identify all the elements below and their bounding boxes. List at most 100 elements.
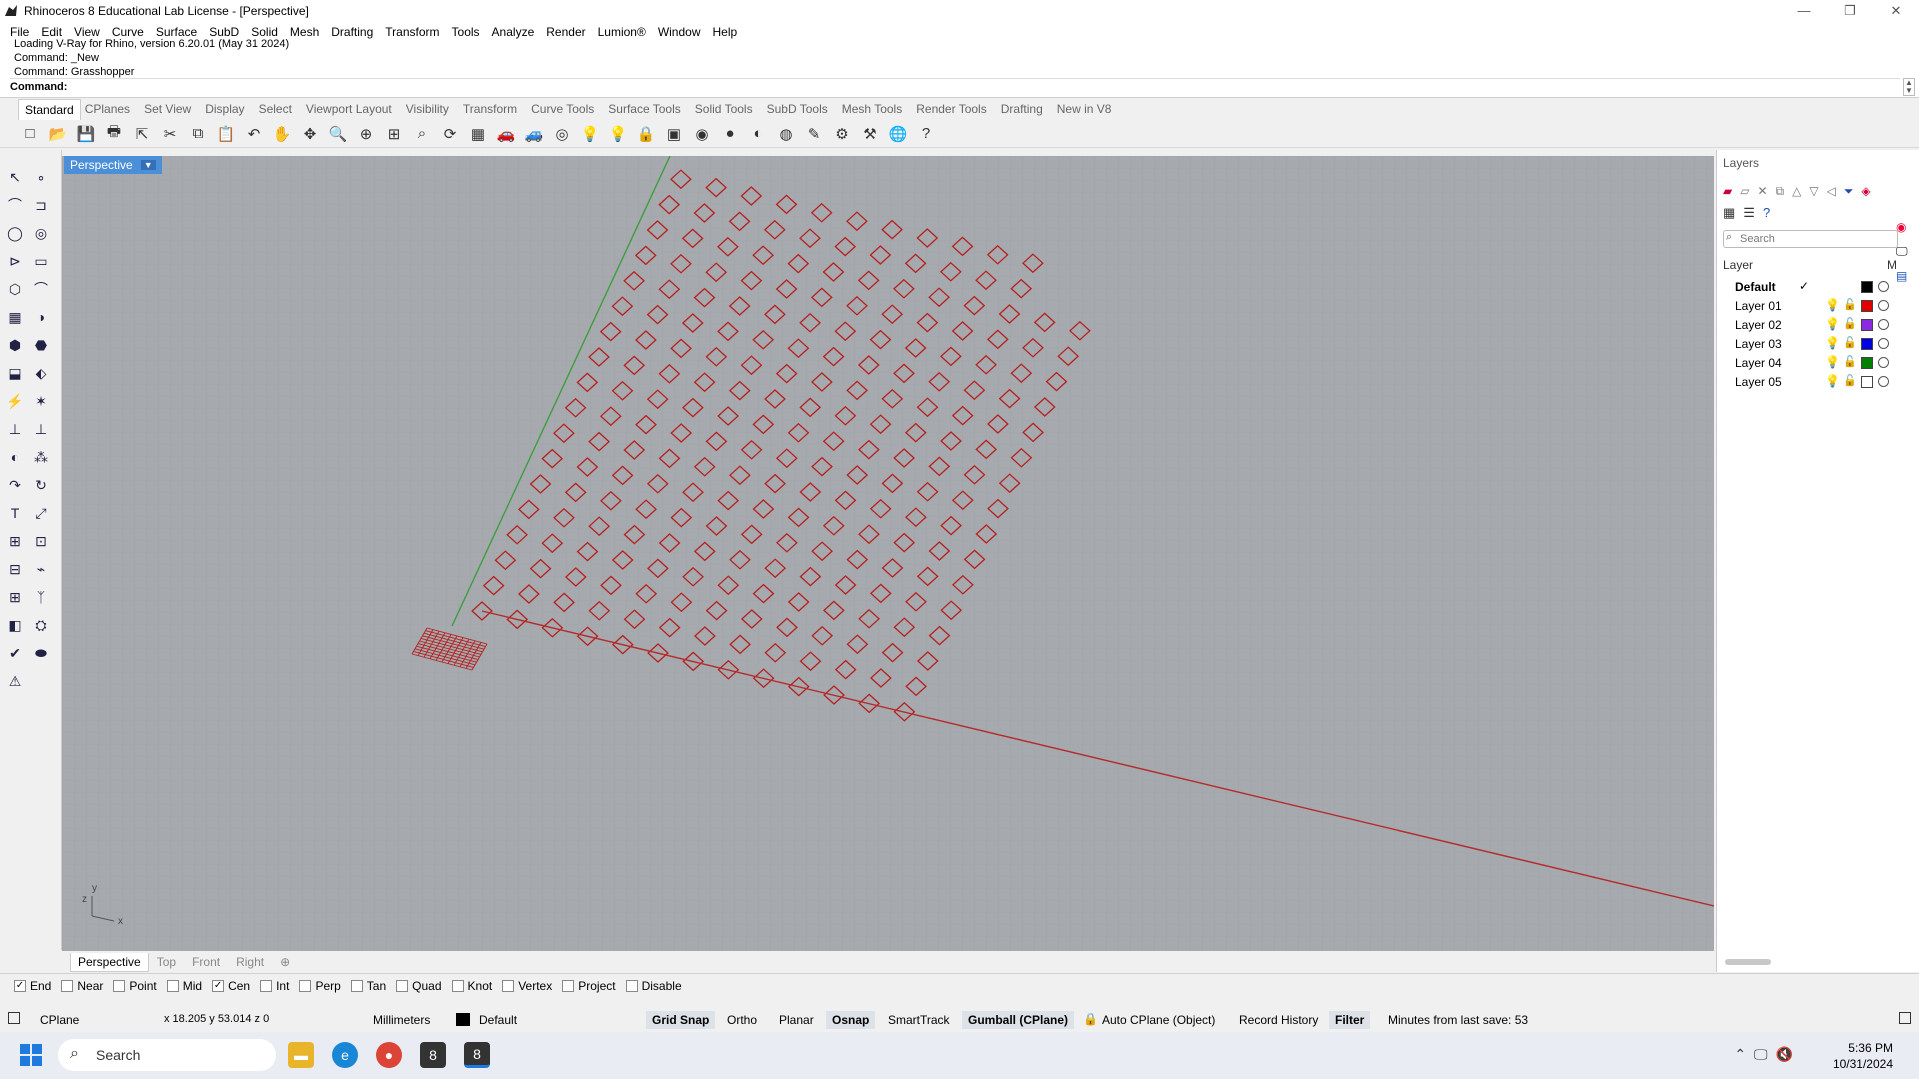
close-icon[interactable]: ✕ (1873, 3, 1919, 19)
panel-toggle-icon[interactable] (1899, 1012, 1911, 1024)
warning-icon[interactable]: ⚠ (4, 670, 26, 692)
layer-row[interactable]: Layer 04 💡 🔓 (1717, 354, 1902, 373)
rotate-icon[interactable]: ↷ (4, 474, 26, 496)
surface-icon[interactable]: ▦ (4, 306, 26, 328)
layer-color-swatch[interactable] (1861, 281, 1873, 293)
osnap-project[interactable]: Project (562, 979, 616, 993)
osnap-tan[interactable]: Tan (350, 979, 386, 993)
extrude-icon[interactable]: ⬓ (4, 362, 26, 384)
file-explorer-icon[interactable]: ▬ (288, 1042, 314, 1068)
osnap-mid[interactable]: Mid (166, 979, 202, 993)
viewport-title-tab[interactable]: Perspective ▼ (64, 156, 162, 174)
menu-drafting[interactable]: Drafting (325, 25, 379, 39)
help-icon[interactable]: ? (1763, 205, 1770, 221)
menu-tools[interactable]: Tools (446, 25, 486, 39)
layer-material-icon[interactable] (1878, 300, 1889, 311)
menu-transform[interactable]: Transform (379, 25, 445, 39)
car-icon[interactable]: 🚗 (494, 122, 518, 146)
scale-icon[interactable]: ⤢ (30, 502, 52, 524)
layer-row[interactable]: Layer 03 💡 🔓 (1717, 335, 1902, 354)
color-wheel-icon[interactable]: ◉ (1896, 220, 1908, 234)
import-icon[interactable]: ⇱ (130, 122, 154, 146)
lock-icon[interactable]: 🔓 (1843, 336, 1857, 349)
toolbar-tab-surface-tools[interactable]: Surface Tools (606, 102, 691, 116)
layer-material-icon[interactable] (1878, 319, 1889, 330)
menu-help[interactable]: Help (707, 25, 744, 39)
grid-snap-toggle[interactable]: Grid Snap (646, 1011, 716, 1029)
windows-start-icon[interactable] (20, 1044, 42, 1066)
checkbox-icon[interactable] (562, 979, 575, 992)
record-history-toggle[interactable]: Record History (1239, 1013, 1318, 1027)
shell-icon[interactable]: ⬬ (30, 642, 52, 664)
visibility-bulb-icon[interactable]: 💡 (1825, 298, 1840, 312)
units-label[interactable]: Millimeters (373, 1013, 430, 1027)
analysis-icon[interactable]: ⊟ (4, 558, 26, 580)
visibility-bulb-icon[interactable]: 💡 (1825, 317, 1840, 331)
help-icon[interactable]: ? (914, 122, 938, 146)
fillet-icon[interactable]: ⌒ (30, 278, 52, 300)
text-icon[interactable]: T (4, 502, 26, 524)
layer-color-swatch[interactable] (1861, 376, 1873, 388)
sphere-icon[interactable]: ● (718, 122, 742, 146)
brush-icon[interactable]: ✎ (802, 122, 826, 146)
osnap-end[interactable]: ✓ End (14, 979, 51, 993)
smarttrack-toggle[interactable]: SmartTrack (888, 1013, 950, 1027)
cplane-label[interactable]: CPlane (40, 1013, 79, 1027)
osnap-near[interactable]: Near (61, 979, 103, 993)
toolbar-tab-curve-tools[interactable]: Curve Tools (529, 102, 604, 116)
checkbox-icon[interactable] (61, 979, 74, 992)
horizontal-scrollbar[interactable] (1725, 959, 1771, 965)
new-icon[interactable]: □ (18, 122, 42, 146)
toolbar-tab-standard[interactable]: Standard (18, 98, 81, 120)
taskbar-search[interactable]: ⌕ Search (58, 1039, 276, 1071)
table-view-icon[interactable]: ▦ (1723, 205, 1735, 221)
restore-icon[interactable]: ❐ (1827, 3, 1873, 19)
view-tab-front[interactable]: Front (184, 955, 228, 969)
layer-tools-icon[interactable]: ◈ (1861, 184, 1870, 199)
osnap-vertex[interactable]: Vertex (502, 979, 552, 993)
chrome-icon[interactable]: ● (376, 1042, 402, 1068)
checkbox-icon[interactable] (299, 979, 312, 992)
bulb-icon[interactable]: 💡 (606, 122, 630, 146)
toolbar-tab-subd-tools[interactable]: SubD Tools (765, 102, 838, 116)
gumball-toggle[interactable]: Gumball (CPlane) (962, 1011, 1075, 1029)
toolbar-tab-new-in-v8[interactable]: New in V8 (1055, 102, 1122, 116)
revolve-icon[interactable]: ◑ (30, 306, 52, 328)
menu-lumion[interactable]: Lumion® (592, 25, 652, 39)
layer-row[interactable]: Layer 05 💡 🔓 (1717, 373, 1902, 392)
layer-row[interactable]: Layer 02 💡 🔓 (1717, 316, 1902, 335)
grid-array-icon[interactable]: ⊞ (4, 586, 26, 608)
layer-color-swatch[interactable] (1861, 319, 1873, 331)
toolbar-tab-visibility[interactable]: Visibility (404, 102, 459, 116)
point-icon[interactable]: ∘ (30, 166, 52, 188)
move-up-icon[interactable]: △ (1792, 184, 1801, 199)
new-sublayer-icon[interactable]: ▱ (1740, 184, 1749, 199)
checkbox-icon[interactable] (396, 979, 409, 992)
rotate-icon[interactable]: ⟳ (438, 122, 462, 146)
visibility-bulb-icon[interactable]: 💡 (1825, 336, 1840, 350)
layer-material-icon[interactable] (1878, 281, 1889, 292)
tree-icon[interactable]: ᛉ (30, 586, 52, 608)
zoom-selected-icon[interactable]: ⌕ (410, 122, 434, 146)
lock-icon[interactable]: 🔓 (1843, 374, 1857, 387)
auto-cplane-toggle[interactable]: Auto CPlane (Object) (1102, 1013, 1215, 1027)
checkbox-icon[interactable] (625, 979, 638, 992)
pan-icon[interactable]: ✋ (270, 122, 294, 146)
arc-icon[interactable]: ⊳ (4, 250, 26, 272)
list-view-icon[interactable]: ☰ (1743, 205, 1755, 221)
pipe-icon[interactable]: ◧ (4, 614, 26, 636)
move-down-icon[interactable]: ▽ (1809, 184, 1818, 199)
lock-icon[interactable]: 🔓 (1843, 298, 1857, 311)
render-sphere-icon[interactable]: ◍ (774, 122, 798, 146)
toolbar-tab-drafting[interactable]: Drafting (999, 102, 1053, 116)
zoom-icon[interactable]: 🔍 (326, 122, 350, 146)
array-icon[interactable]: ⊞ (4, 530, 26, 552)
globe-icon[interactable]: 🌐 (886, 122, 910, 146)
osnap-cen[interactable]: ✓ Cen (212, 979, 250, 993)
menu-window[interactable]: Window (652, 25, 707, 39)
light-icon[interactable]: 💡 (578, 122, 602, 146)
collapse-icon[interactable]: ◁ (1827, 184, 1836, 199)
layer-row[interactable]: Default ✓ (1717, 278, 1902, 297)
planar-toggle[interactable]: Planar (779, 1013, 814, 1027)
layer-material-icon[interactable] (1878, 338, 1889, 349)
